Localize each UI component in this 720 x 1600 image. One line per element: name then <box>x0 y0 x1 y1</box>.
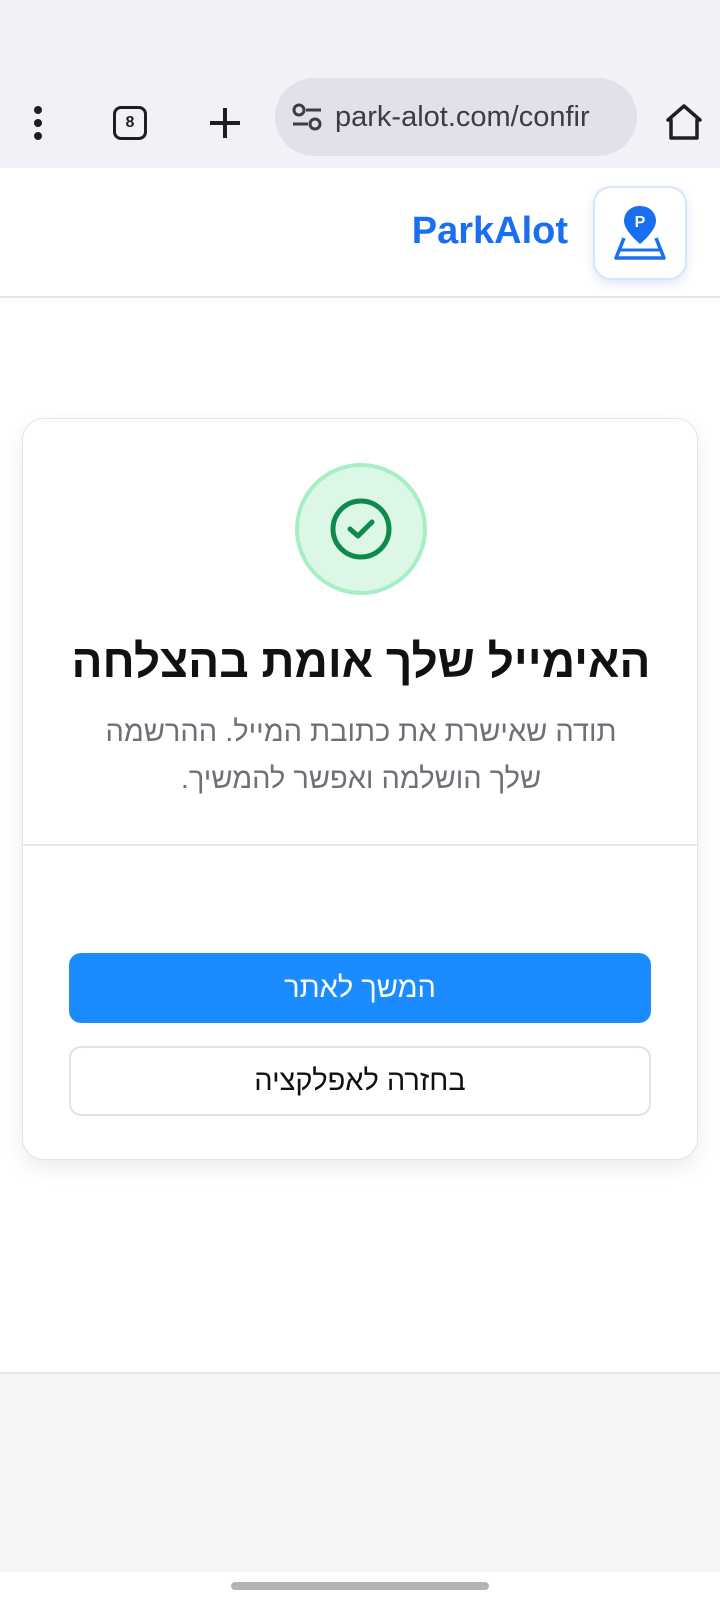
address-bar[interactable]: park-alot.com/confir <box>275 78 637 156</box>
more-vert-icon <box>34 106 42 140</box>
confirmation-title: האימייל שלך אומת בהצלחה <box>71 635 651 687</box>
parking-map-pin-icon: P <box>614 206 666 260</box>
continue-to-site-button[interactable]: המשך לאתר <box>69 953 651 1023</box>
tab-count-badge: 8 <box>113 106 147 140</box>
site-settings-icon[interactable] <box>287 97 327 137</box>
new-tab-button[interactable] <box>200 98 250 148</box>
page-footer <box>0 1372 720 1572</box>
divider <box>23 844 697 846</box>
home-button[interactable] <box>658 94 710 150</box>
brand-name[interactable]: ParkAlot <box>412 210 568 253</box>
gesture-home-indicator[interactable] <box>231 1582 489 1590</box>
success-badge <box>295 463 427 595</box>
confirmation-message: תודה שאישרת את כתובת המייל. ההרשמה שלך ה… <box>83 709 639 803</box>
tab-switcher-button[interactable]: 8 <box>108 98 152 148</box>
home-icon <box>666 104 702 140</box>
browser-toolbar: 8 park-alot.com/confir <box>0 78 720 168</box>
confirmation-message-line2: שלך הושלמה ואפשר להמשיך. <box>180 763 542 795</box>
back-to-app-button[interactable]: בחזרה לאפלקציה <box>69 1046 651 1116</box>
check-circle-icon <box>330 498 392 560</box>
url-text: park-alot.com/confir <box>335 100 590 133</box>
site-header: ParkAlot P <box>0 168 720 298</box>
svg-text:P: P <box>635 214 646 231</box>
status-bar <box>0 0 720 78</box>
logo[interactable]: P <box>593 186 687 280</box>
more-menu-button[interactable] <box>18 98 58 148</box>
plus-icon <box>210 108 240 138</box>
verification-card: האימייל שלך אומת בהצלחה תודה שאישרת את כ… <box>22 418 698 1160</box>
confirmation-message-line1: תודה שאישרת את כתובת המייל. ההרשמה <box>105 716 617 748</box>
